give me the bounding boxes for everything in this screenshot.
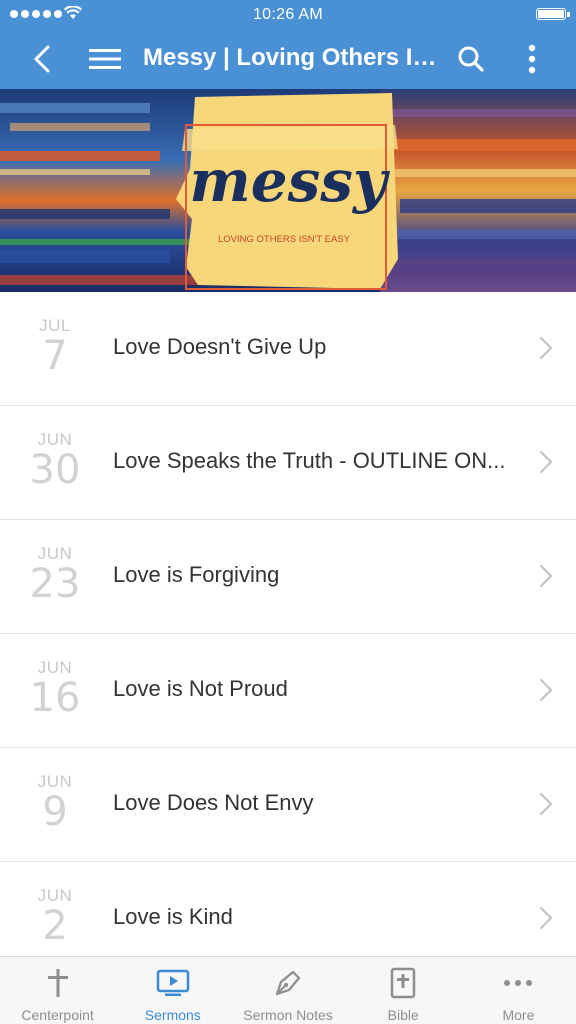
chevron-right-icon	[539, 450, 553, 474]
sermon-row[interactable]: JUN 30 Love Speaks the Truth - OUTLINE ON.…	[0, 406, 576, 520]
status-bar: 10:26 AM	[0, 0, 576, 30]
tab-more[interactable]: More	[461, 957, 576, 1024]
top-bar: 10:26 AM Messy | Loving Others Is...	[0, 0, 576, 89]
search-button[interactable]	[454, 42, 488, 76]
chevron-right-icon	[539, 564, 553, 588]
chevron-left-icon	[34, 45, 50, 73]
tab-label: Sermons	[144, 1007, 201, 1023]
menu-button[interactable]	[88, 42, 122, 76]
sermon-title: Love is Forgiving	[113, 562, 280, 587]
tab-centerpoint[interactable]: Centerpoint	[0, 957, 115, 1024]
sermon-title: Love Speaks the Truth - OUTLINE ON...	[113, 448, 506, 473]
tab-bar: Centerpoint Sermons Sermon Notes Bible More	[0, 956, 576, 1024]
sermon-date: JUN 2	[20, 886, 90, 948]
cross-icon	[41, 966, 75, 1000]
sermon-day: 30	[29, 447, 81, 493]
overflow-menu-button[interactable]	[516, 42, 548, 76]
status-time: 10:26 AM	[252, 6, 323, 23]
tab-sermon-notes[interactable]: Sermon Notes	[230, 957, 345, 1024]
vertical-dots-icon	[528, 44, 536, 74]
hamburger-icon	[89, 49, 121, 69]
sermon-date: JUN 16	[20, 658, 90, 720]
tab-label: Sermon Notes	[243, 1007, 333, 1023]
sermon-row[interactable]: JUN 2 Love is Kind	[0, 862, 576, 956]
bible-icon	[386, 966, 420, 1000]
sermon-row[interactable]: JUN 16 Love is Not Proud	[0, 634, 576, 748]
navigation-bar: Messy | Loving Others Is...	[0, 30, 576, 89]
chevron-right-icon	[539, 336, 553, 360]
sermon-title: Love is Not Proud	[113, 676, 288, 701]
tab-label: Centerpoint	[21, 1007, 94, 1023]
sermon-row[interactable]: JUN 23 Love is Forgiving	[0, 520, 576, 634]
sermon-title: Love Doesn't Give Up	[113, 334, 327, 359]
app-screen: 10:26 AM Messy | Loving Others Is... mes…	[0, 0, 576, 1024]
more-dots-icon	[501, 966, 535, 1000]
sermon-row[interactable]: JUL 7 Love Doesn't Give Up	[0, 292, 576, 406]
sermon-day: 23	[29, 561, 81, 607]
chevron-right-icon	[539, 906, 553, 930]
sermon-date: JUN 23	[20, 544, 90, 606]
tab-label: Bible	[387, 1007, 419, 1023]
banner-title: messy	[189, 147, 391, 215]
play-screen-icon	[156, 966, 190, 1000]
chevron-right-icon	[539, 792, 553, 816]
tab-sermons[interactable]: Sermons	[115, 957, 230, 1024]
sermon-day: 16	[29, 675, 81, 721]
sermon-day: 9	[42, 789, 68, 835]
search-icon	[458, 46, 484, 72]
tab-bible[interactable]: Bible	[346, 957, 461, 1024]
sermon-date: JUN 9	[20, 772, 90, 834]
pen-icon	[271, 966, 305, 1000]
sermon-day: 2	[42, 903, 68, 949]
banner-subtitle: LOVING OTHERS ISN'T EASY	[218, 234, 351, 245]
sermon-date: JUL 7	[20, 316, 90, 378]
sermon-day: 7	[42, 333, 68, 379]
page-title: Messy | Loving Others Is...	[143, 44, 441, 71]
chevron-right-icon	[539, 678, 553, 702]
sermon-title: Love is Kind	[113, 904, 233, 929]
tab-label: More	[502, 1007, 535, 1023]
sermon-date: JUN 30	[20, 430, 90, 492]
back-button[interactable]	[26, 42, 58, 76]
battery-icon	[536, 8, 570, 20]
sermon-list: JUL 7 Love Doesn't Give Up JUN 30 Love Speaks…	[0, 292, 576, 956]
series-banner-image: messy LOVING OTHERS ISN'T EASY	[0, 89, 576, 292]
sermon-row[interactable]: JUN 9 Love Does Not Envy	[0, 748, 576, 862]
sermon-title: Love Does Not Envy	[113, 790, 314, 815]
